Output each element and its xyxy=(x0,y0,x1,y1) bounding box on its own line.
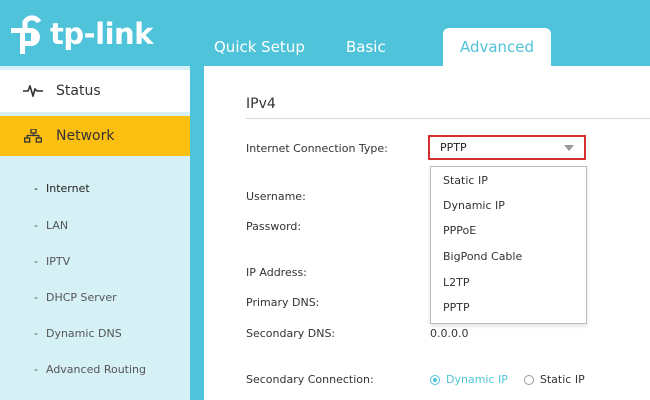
tab-basic[interactable]: Basic xyxy=(332,28,425,66)
sidebar-subitem-iptv[interactable]: - IPTV xyxy=(34,255,70,268)
dropdown-option-pptp[interactable]: PPTP xyxy=(443,301,470,314)
radio-dynamic-ip[interactable] xyxy=(430,374,440,385)
section-title: IPv4 xyxy=(246,96,276,112)
section-divider xyxy=(246,118,650,119)
sidebar-subitem-dhcp-server[interactable]: - DHCP Server xyxy=(34,291,117,304)
sidebar-item-status[interactable]: Status xyxy=(0,70,190,112)
main-tabs: Quick Setup Basic Advanced xyxy=(200,28,551,66)
network-topology-icon xyxy=(22,129,44,143)
secondary-dns-label: Secondary DNS: xyxy=(246,327,336,340)
sidebar-item-network[interactable]: Network xyxy=(0,116,190,156)
sidebar-subitem-advanced-routing[interactable]: - Advanced Routing xyxy=(34,363,146,376)
brand-name: tp-link xyxy=(50,17,153,51)
primary-dns-label: Primary DNS: xyxy=(246,296,320,309)
sidebar-subitem-internet[interactable]: - Internet xyxy=(34,182,90,195)
ip-address-label: IP Address: xyxy=(246,266,307,279)
username-label: Username: xyxy=(246,190,306,203)
tab-advanced[interactable]: Advanced xyxy=(443,28,551,66)
secondary-dns-value: 0.0.0.0 xyxy=(430,327,469,340)
brand-logo: tp-link xyxy=(6,14,153,56)
radio-static-ip[interactable] xyxy=(523,374,534,385)
connection-type-select[interactable]: PPTP xyxy=(428,135,586,160)
sidebar-subitem-dynamic-dns[interactable]: - Dynamic DNS xyxy=(34,327,122,340)
sidebar: Status Network - Internet - LAN - IPTV - DHC… xyxy=(0,66,190,400)
sidebar-item-label: Network xyxy=(56,128,115,144)
caret-down-icon xyxy=(564,145,574,151)
password-label: Password: xyxy=(246,220,302,233)
dropdown-option-static-ip[interactable]: Static IP xyxy=(443,174,488,187)
tab-quick-setup[interactable]: Quick Setup xyxy=(200,28,328,66)
radio-static-ip-label[interactable]: Static IP xyxy=(540,373,585,386)
tp-link-logo-icon xyxy=(11,15,42,54)
radio-dynamic-ip-label[interactable]: Dynamic IP xyxy=(446,373,508,386)
connection-type-dropdown: Static IP Dynamic IP PPPoE BigPond Cable… xyxy=(430,166,587,324)
main-panel: IPv4 Internet Connection Type: PPTP User… xyxy=(204,66,650,400)
dropdown-option-pppoe[interactable]: PPPoE xyxy=(443,224,476,237)
connection-type-value: PPTP xyxy=(440,141,467,154)
dropdown-option-bigpond-cable[interactable]: BigPond Cable xyxy=(443,250,522,263)
sidebar-subitem-lan[interactable]: - LAN xyxy=(34,219,68,232)
secondary-connection-label: Secondary Connection: xyxy=(246,373,374,386)
pulse-icon xyxy=(22,85,44,97)
dropdown-option-dynamic-ip[interactable]: Dynamic IP xyxy=(443,199,505,212)
dropdown-option-l2tp[interactable]: L2TP xyxy=(443,276,469,289)
secondary-connection-radios: Dynamic IP Static IP xyxy=(430,373,585,386)
sidebar-item-label: Status xyxy=(56,83,101,99)
top-bar: tp-link Quick Setup Basic Advanced xyxy=(0,0,650,66)
connection-type-label: Internet Connection Type: xyxy=(246,142,388,155)
